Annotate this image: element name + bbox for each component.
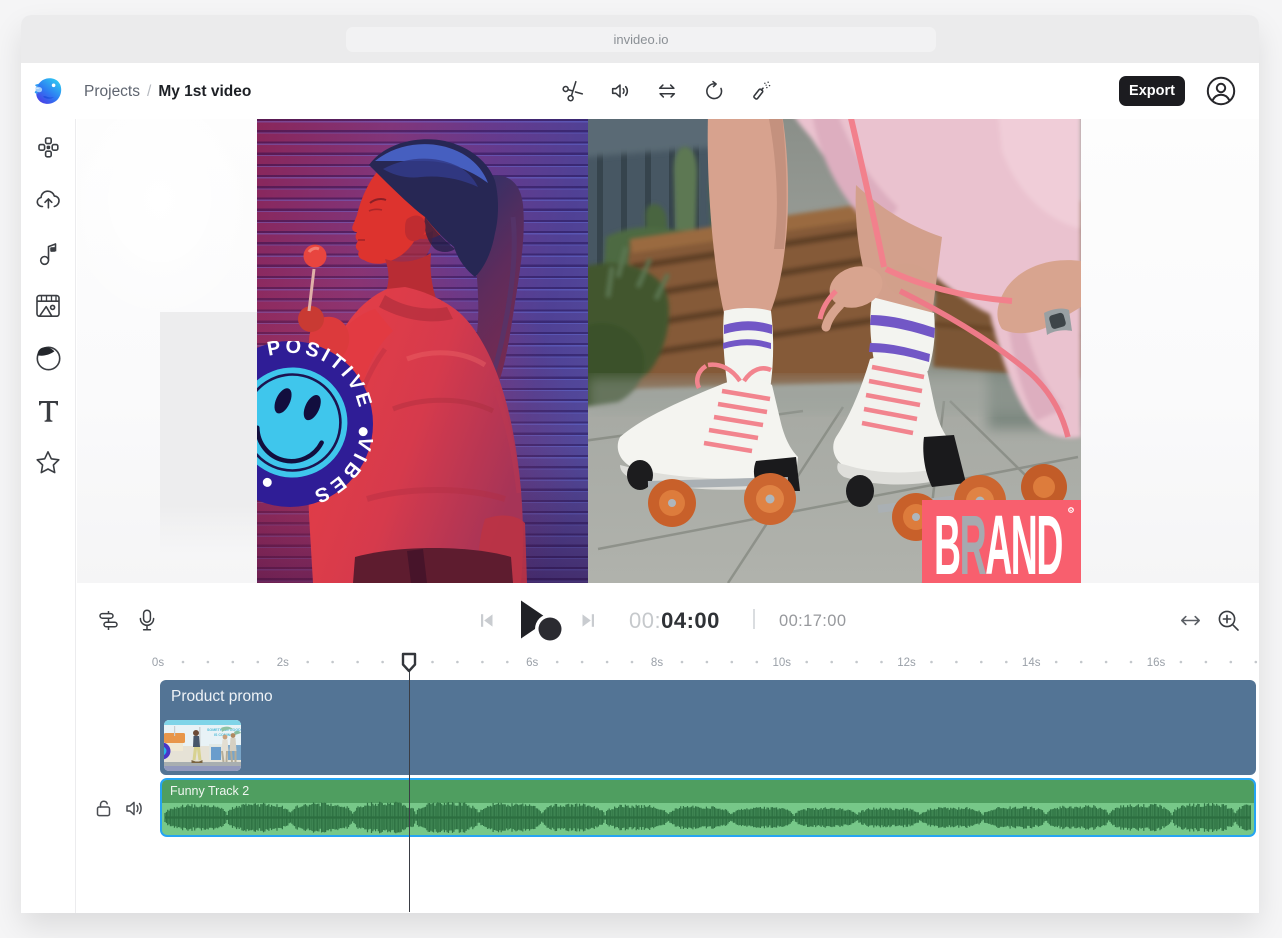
svg-text:14s: 14s [1022, 657, 1041, 669]
svg-text:12s: 12s [897, 657, 916, 669]
svg-text:2s: 2s [277, 657, 289, 669]
svg-text:BRAND: BRAND [934, 500, 1062, 583]
svg-text:16s: 16s [1147, 657, 1166, 669]
svg-text:8s: 8s [651, 657, 663, 669]
svg-text:6s: 6s [526, 657, 538, 669]
svg-text:0s: 0s [152, 657, 164, 669]
svg-text:10s: 10s [773, 657, 792, 669]
svg-text:R: R [1069, 508, 1073, 514]
